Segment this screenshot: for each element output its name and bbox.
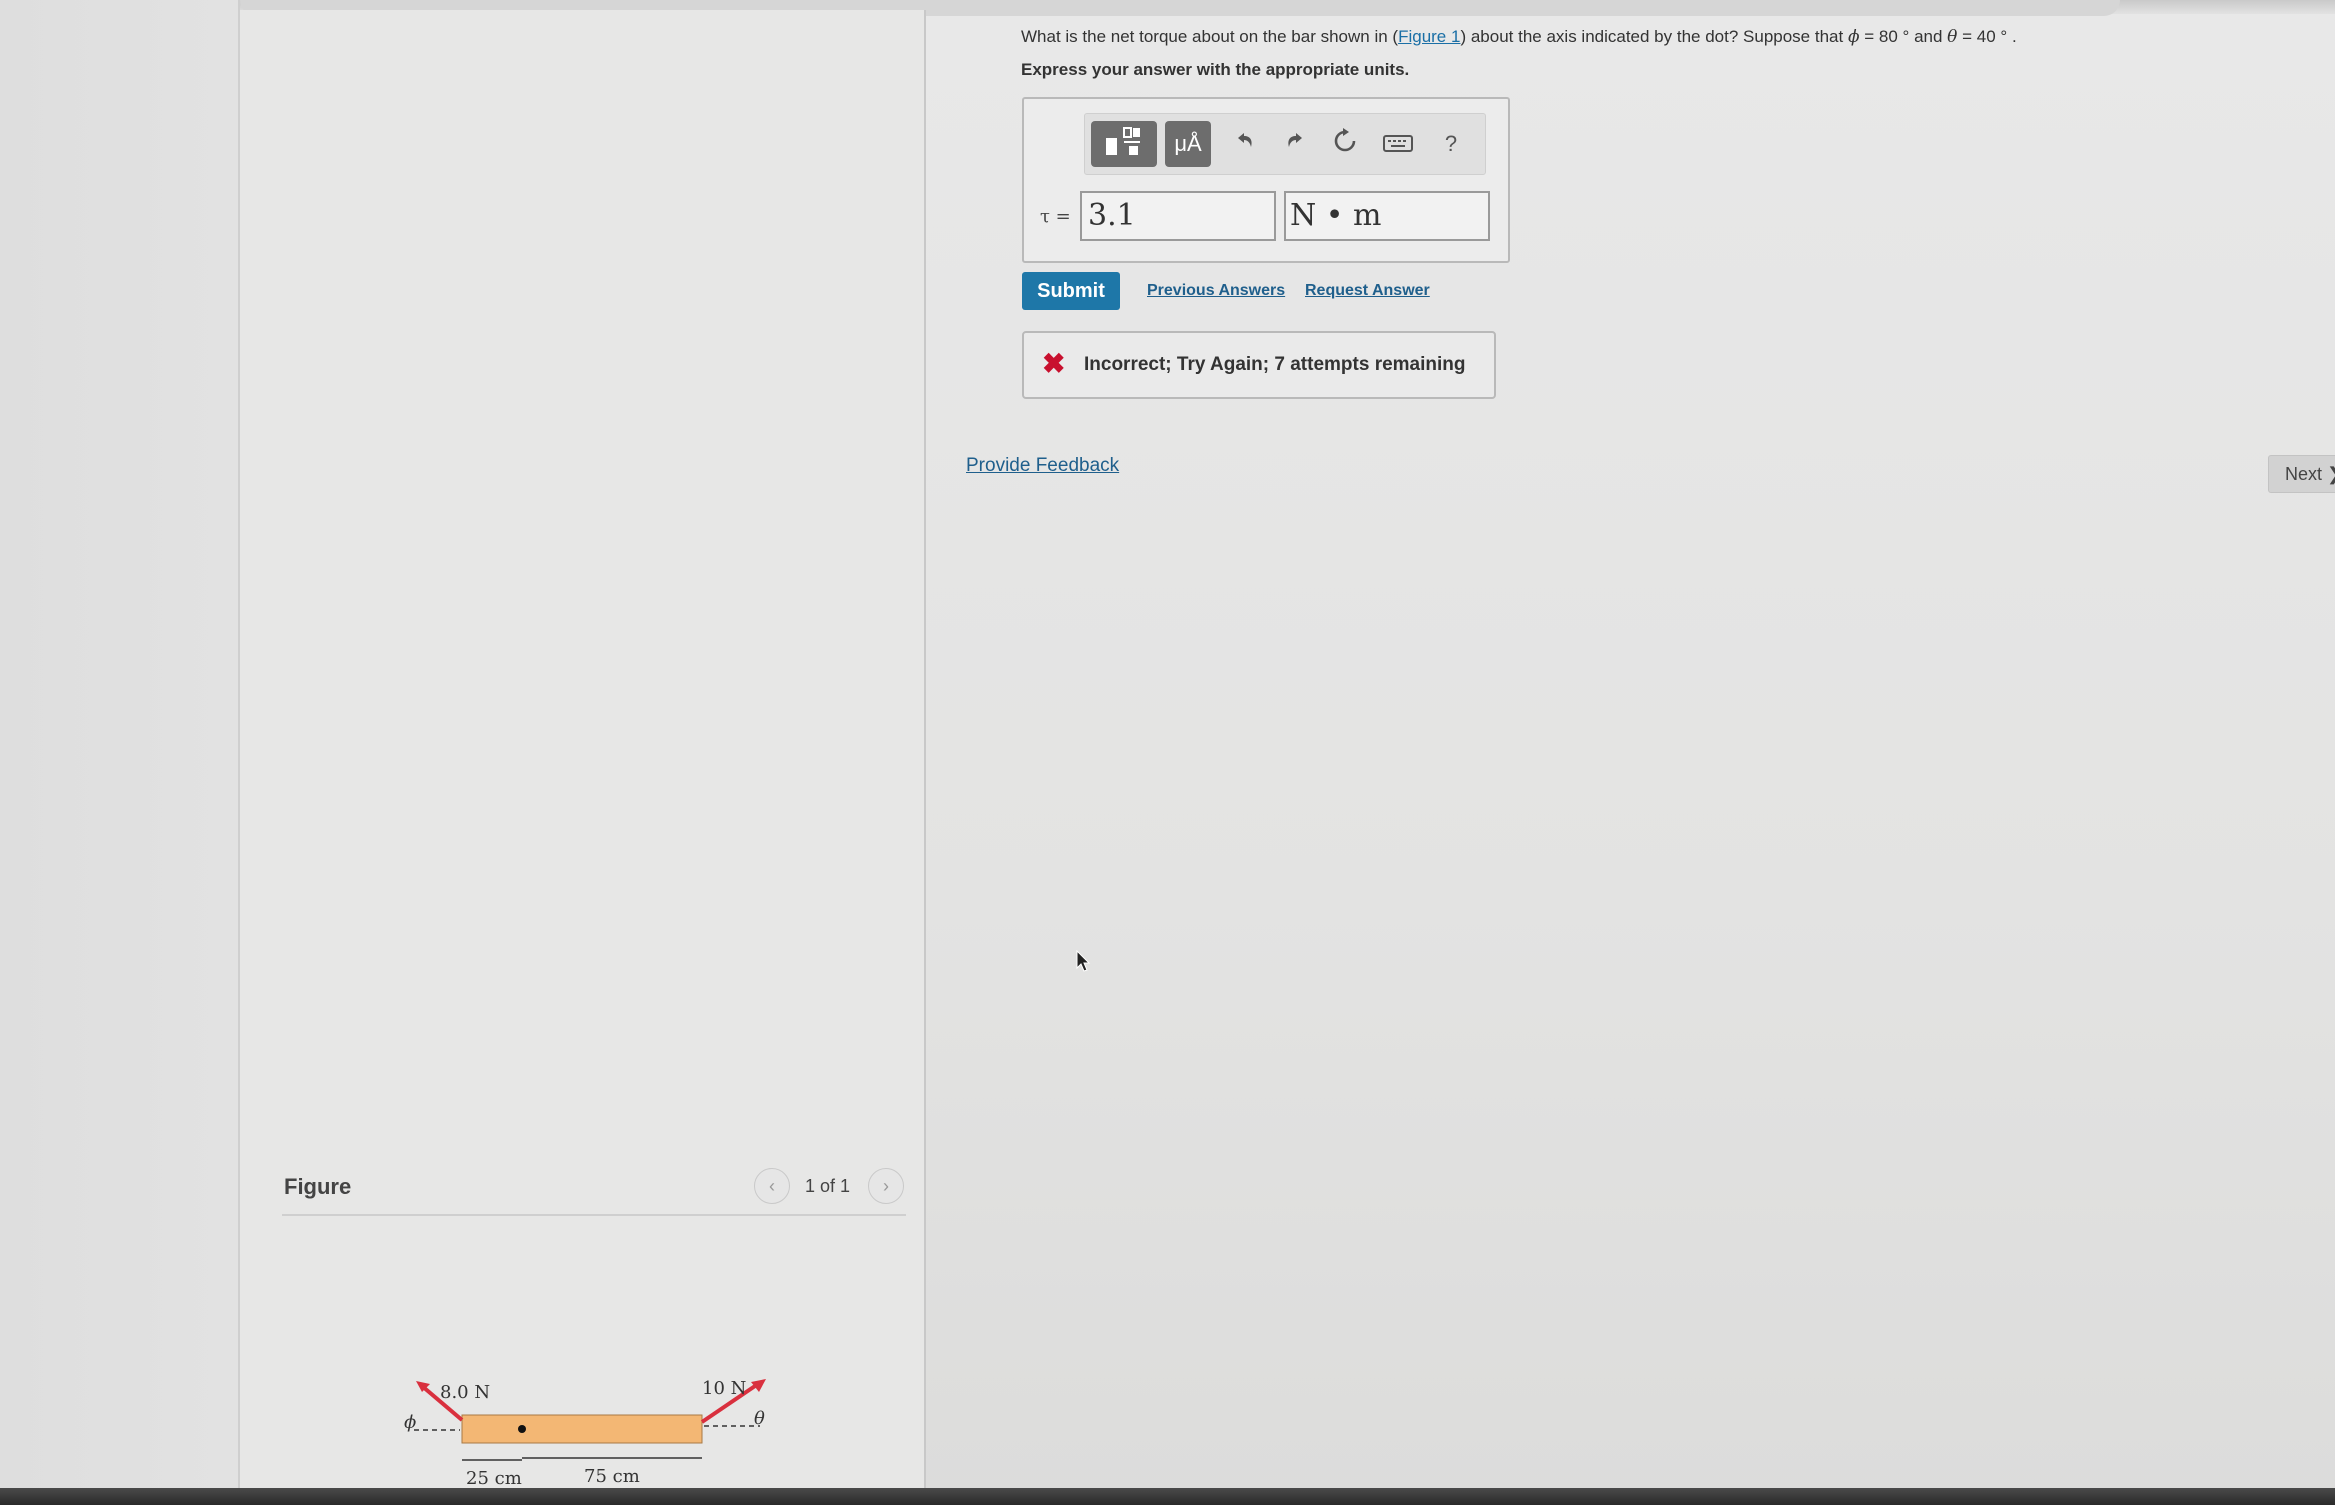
submit-button[interactable]: Submit (1022, 272, 1120, 310)
undo-button[interactable] (1225, 121, 1265, 167)
screen: What is the net torque about on the bar … (0, 0, 2335, 1505)
question-part: ) about the axis indicated by the dot? S… (1460, 27, 1848, 46)
phi-value: = 80 ° (1859, 27, 1915, 46)
answer-units-input[interactable]: N • m (1284, 191, 1490, 241)
question-part: . (2007, 27, 2017, 46)
figure-page-count: 1 of 1 (805, 1176, 851, 1196)
figure-panel (240, 10, 924, 1490)
figure-divider (282, 1214, 906, 1216)
templates-icon (1104, 126, 1144, 163)
feedback-message: Incorrect; Try Again; 7 attempts remaini… (1084, 354, 1466, 375)
instruction: Express your answer with the appropriate… (1021, 60, 1410, 79)
answer-box: μÅ ? τ = 3.1 N • m (1022, 97, 1510, 263)
right-force-label: 10 N (702, 1378, 746, 1399)
theta-symbol: θ (1947, 27, 1958, 47)
panel-divider[interactable] (924, 10, 926, 1490)
redo-icon (1283, 128, 1307, 160)
incorrect-icon: ✖ (1042, 348, 1066, 379)
answer-value-input[interactable]: 3.1 (1080, 191, 1276, 241)
phi-angle-label: ϕ (404, 1412, 416, 1433)
figure-next-button[interactable]: › (868, 1168, 904, 1204)
bar (461, 1414, 703, 1444)
left-force-label: 8.0 N (440, 1382, 490, 1403)
undo-icon (1233, 128, 1257, 160)
templates-button[interactable] (1091, 121, 1157, 167)
math-toolbar: μÅ ? (1084, 113, 1486, 175)
left-margin (0, 0, 240, 1505)
figure-link[interactable]: Figure 1 (1398, 27, 1460, 46)
feedback-box: ✖ Incorrect; Try Again; 7 attempts remai… (1022, 331, 1496, 399)
dimension-right-label: 75 cm (584, 1466, 640, 1487)
figure-prev-button[interactable]: ‹ (754, 1168, 790, 1204)
next-button[interactable]: Next ❯ (2268, 455, 2335, 493)
help-button[interactable]: ? (1431, 121, 1471, 167)
pivot-dot (518, 1425, 526, 1433)
question-part: What is the net torque about on the bar … (1021, 27, 1399, 46)
redo-button[interactable] (1275, 121, 1315, 167)
keyboard-icon (1383, 128, 1413, 160)
question-text: What is the net torque about on the bar … (1021, 26, 2321, 48)
theta-value: = 40 ° (1957, 27, 2008, 46)
theta-angle-label: θ (754, 1408, 765, 1429)
request-answer-link[interactable]: Request Answer (1305, 282, 1430, 300)
keyboard-button[interactable] (1375, 121, 1421, 167)
figure-title: Figure (284, 1174, 352, 1199)
units-button[interactable]: μÅ (1165, 121, 1211, 167)
provide-feedback-link[interactable]: Provide Feedback (966, 455, 1119, 477)
bar-diagram: 8.0 N ϕ 10 N θ 25 cm 75 cm (404, 1378, 766, 1489)
mouse-cursor (1076, 950, 1091, 972)
dimension-left-label: 25 cm (466, 1468, 522, 1489)
phi-symbol: ϕ (1847, 27, 1860, 47)
screen-bottom-edge (0, 1488, 2335, 1505)
reset-icon (1332, 127, 1358, 161)
tau-label: τ = (1040, 206, 1071, 227)
previous-answers-link[interactable]: Previous Answers (1147, 282, 1285, 300)
question-part: and (1914, 27, 1948, 46)
reset-button[interactable] (1325, 121, 1365, 167)
